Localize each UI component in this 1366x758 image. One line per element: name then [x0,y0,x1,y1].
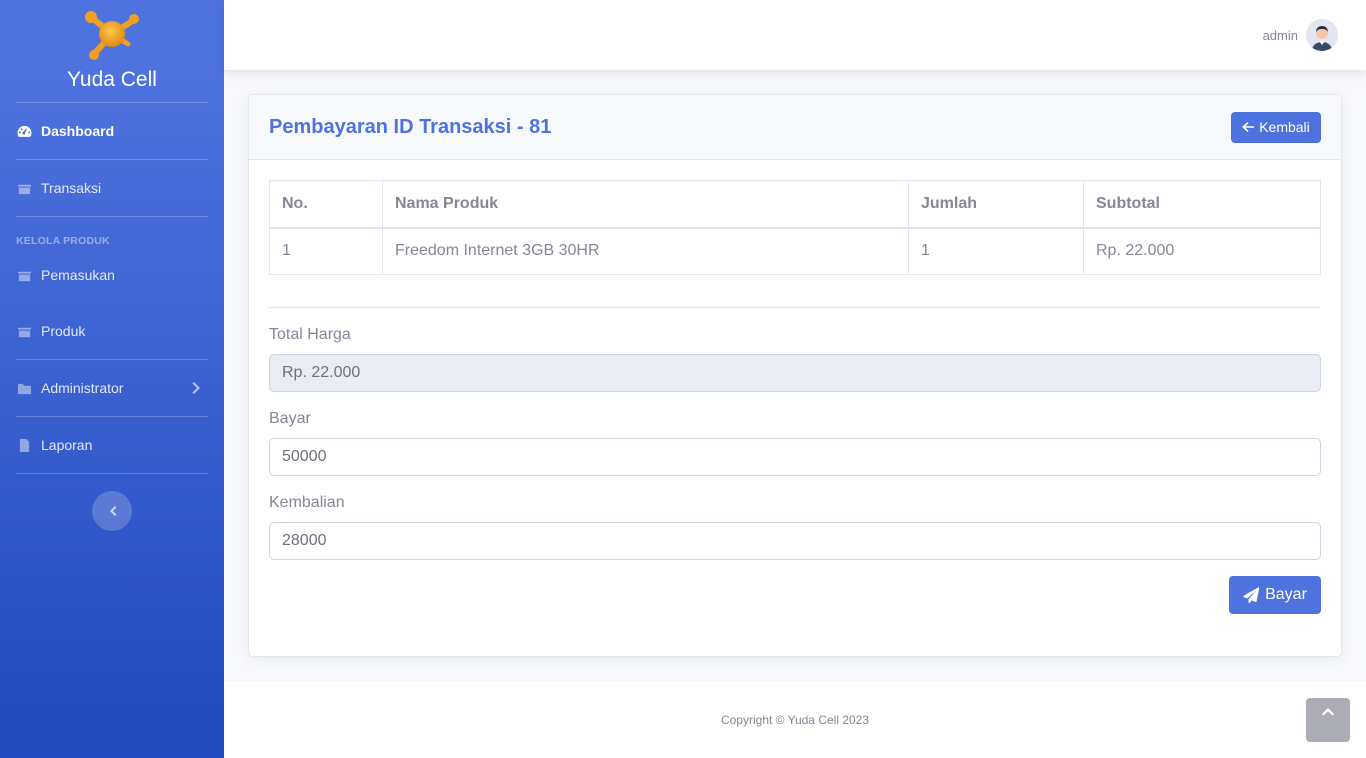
folder-icon [16,324,32,338]
user-name[interactable]: admin [1263,28,1298,43]
sidebar-item-label: Administrator [41,380,124,396]
sidebar-item-dashboard[interactable]: Dashboard [0,103,224,159]
payment-label: Bayar [269,410,311,427]
product-table: No. Nama Produk Jumlah Subtotal 1 Freedo… [269,180,1321,275]
total-price-label: Total Harga [269,326,351,343]
folder-icon [16,268,32,282]
pay-button-label: Bayar [1265,586,1307,603]
change-label: Kembalian [269,494,345,511]
column-header: Jumlah [908,180,1084,229]
folder-icon [16,181,32,195]
scroll-to-top-button[interactable] [1306,698,1350,742]
cell-quantity: 1 [908,227,1084,275]
back-button[interactable]: Kembali [1231,111,1321,143]
sidebar-heading: KELOLA PRODUK [16,235,110,247]
payment-input[interactable] [269,438,1321,476]
file-icon [16,438,32,452]
sidebar: Yuda Cell Dashboard Transaksi KELOLA PRO… [0,0,224,758]
avatar[interactable] [1306,19,1338,51]
topbar: admin [224,0,1366,70]
sidebar-item-label: Transaksi [41,180,102,196]
copyright-text: Copyright © Yuda Cell 2023 [720,712,870,727]
footer: Copyright © Yuda Cell 2023 [224,681,1366,758]
cell-subtotal: Rp. 22.000 [1083,227,1321,275]
payment-card: Pembayaran ID Transaksi - 81 Kembali No.… [248,94,1342,657]
chevron-left-icon [109,506,116,516]
sidebar-toggle-button[interactable] [92,491,132,531]
paper-plane-icon [1243,587,1260,603]
cell-no: 1 [269,227,383,275]
tachometer-icon [16,124,32,138]
column-header: Nama Produk [382,180,909,229]
sidebar-item-transaksi[interactable]: Transaksi [0,160,224,216]
sidebar-item-label: Pemasukan [41,267,115,283]
folder-icon [16,381,32,395]
brand-name: Yuda Cell [67,68,157,91]
column-header: No. [269,180,383,229]
total-price-field [269,354,1321,392]
sidebar-item-produk[interactable]: Produk [0,303,224,359]
sidebar-brand[interactable]: Yuda Cell [0,0,224,102]
sidebar-item-pemasukan[interactable]: Pemasukan [0,247,224,303]
chevron-right-icon [192,381,204,395]
sidebar-item-laporan[interactable]: Laporan [0,417,224,473]
section-divider [269,307,1321,308]
chevron-up-icon [1322,708,1334,716]
sidebar-item-label: Produk [41,323,86,339]
table-header-row: No. Nama Produk Jumlah Subtotal [269,180,1321,229]
molecule-logo-icon [85,11,139,60]
change-field[interactable] [269,522,1321,560]
card-header: Pembayaran ID Transaksi - 81 Kembali [249,95,1341,160]
back-button-label: Kembali [1259,119,1310,135]
cell-product-name: Freedom Internet 3GB 30HR [382,227,909,275]
column-header: Subtotal [1083,180,1321,229]
table-row: 1 Freedom Internet 3GB 30HR 1 Rp. 22.000 [269,227,1321,275]
sidebar-item-label: Dashboard [41,123,115,139]
pay-button[interactable]: Bayar [1229,576,1321,614]
sidebar-item-label: Laporan [41,437,93,453]
arrow-left-icon [1242,122,1255,132]
page-title: Pembayaran ID Transaksi - 81 [269,115,552,138]
sidebar-item-administrator[interactable]: Administrator [0,360,224,416]
